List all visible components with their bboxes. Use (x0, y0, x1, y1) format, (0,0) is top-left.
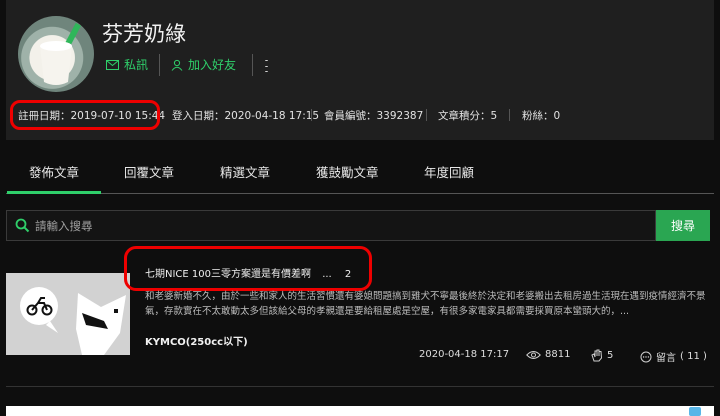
gp-count: 5 (607, 350, 614, 361)
message-button[interactable]: 私訊 (106, 56, 148, 73)
tab-annual-review[interactable]: 年度回顧 (424, 162, 474, 181)
fans-count: 粉絲：0 (522, 110, 561, 122)
article-points: 文章積分：5 (438, 110, 498, 122)
more-options-icon[interactable] (260, 58, 272, 74)
tab-featured-articles[interactable]: 精選文章 (220, 162, 270, 181)
article-divider (6, 386, 714, 387)
article-date: 2020-04-18 17:17 (419, 349, 509, 360)
user-add-icon (171, 59, 183, 71)
tab-posted-articles[interactable]: 發佈文章 (6, 162, 102, 194)
mail-icon (106, 59, 119, 70)
article-gp: 5 (591, 349, 613, 362)
article-date-text: 2020-04-18 17:17 (419, 349, 510, 360)
login-date: 登入日期：2020-04-18 17:15 (172, 110, 320, 122)
comment-icon (640, 351, 652, 362)
views-count: 8811 (545, 349, 571, 360)
tab-encouraged-articles[interactable]: 獲鼓勵文章 (316, 162, 379, 181)
profile-tabs: 發佈文章 回覆文章 精選文章 獲鼓勵文章 年度回顧 (6, 150, 714, 194)
message-label: 私訊 (124, 58, 149, 72)
search-button[interactable]: 搜尋 (656, 210, 710, 241)
add-friend-label: 加入好友 (188, 58, 237, 72)
avatar[interactable] (18, 16, 94, 92)
search-icon (15, 218, 30, 233)
action-divider (252, 54, 253, 76)
profile-name: 芬芳奶綠 (102, 22, 186, 46)
article-category[interactable]: KYMCO(250cc以下) (145, 333, 248, 348)
article-thumbnail[interactable] (6, 273, 130, 355)
reply-count: ( 11 ) (680, 351, 707, 362)
reply-label: 留言 (656, 353, 676, 364)
add-friend-button[interactable]: 加入好友 (171, 56, 236, 73)
search-bar (6, 210, 656, 241)
action-divider (159, 54, 160, 76)
profile-header: 芬芳奶綠 私訊 加入好友 註冊日期：2019-07-10 15:44 登入日期：… (6, 0, 714, 140)
article-excerpt: 和老婆新婚不久，由於一些和家人的生活習慣還有婆媳問題搞到雞犬不寧最後終於決定和老… (145, 291, 706, 317)
clap-icon (591, 349, 603, 362)
tab-replied-articles[interactable]: 回覆文章 (124, 162, 174, 181)
eye-icon (526, 350, 541, 359)
article-views: 8811 (526, 349, 570, 360)
highlight-article-title (124, 246, 372, 291)
member-id: 會員編號：3392387 (324, 110, 424, 122)
highlight-register-date (10, 100, 160, 130)
article-replies[interactable]: 留言 ( 11 ) (640, 349, 707, 364)
ad-info-icon[interactable] (689, 407, 701, 416)
search-input[interactable] (35, 216, 635, 236)
bottom-ad-strip (6, 406, 714, 416)
